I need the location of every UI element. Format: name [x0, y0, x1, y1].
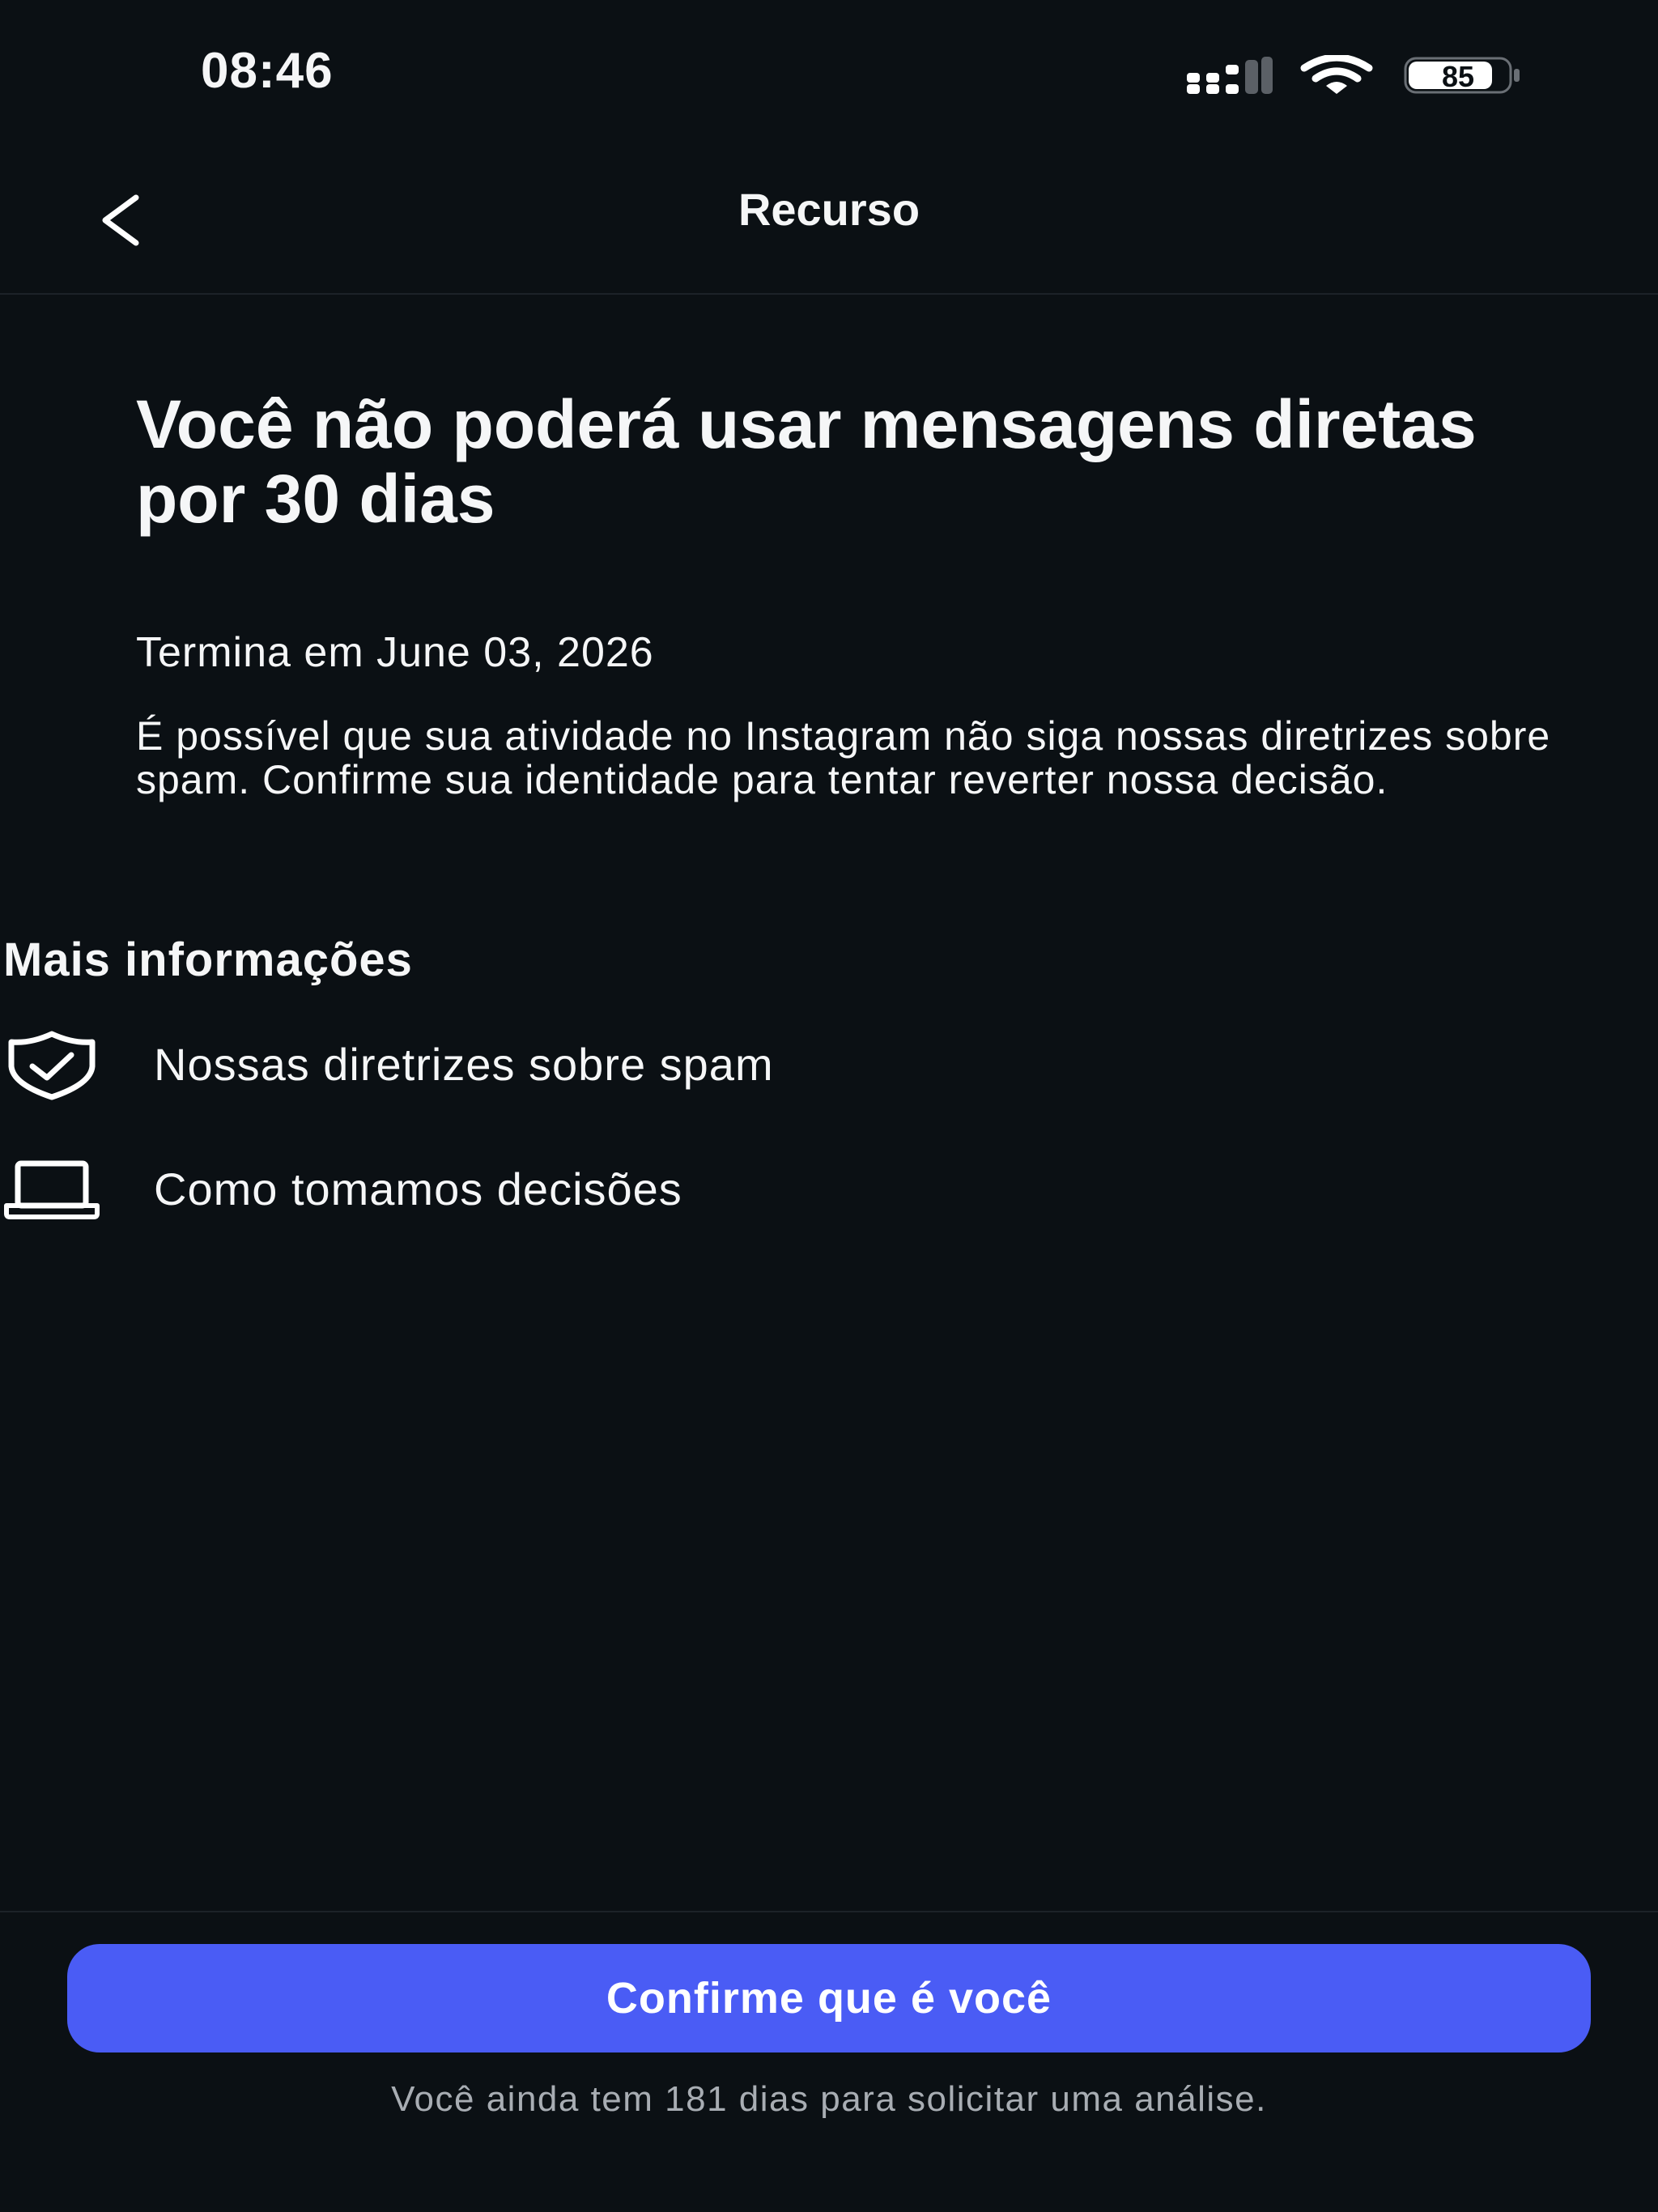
battery-level: 85	[1441, 60, 1475, 93]
wifi-icon	[1300, 55, 1373, 94]
how-we-decide-label: Como tomamos decisões	[154, 1163, 682, 1214]
status-time: 08:46	[201, 43, 334, 99]
confirm-identity-button[interactable]: Confirme que é você	[67, 1944, 1591, 2052]
restriction-description: É possível que sua atividade no Instagra…	[136, 713, 1551, 802]
restriction-end-date: Termina em June 03, 2026	[136, 629, 654, 676]
spam-guidelines-label: Nossas diretrizes sobre spam	[154, 1038, 774, 1090]
spam-guidelines-link[interactable]: Nossas diretrizes sobre spam	[0, 1015, 1658, 1112]
appeal-screen: 08:46 85 Recurso Você não poderá usar me…	[0, 0, 1658, 2212]
signal-icon	[1187, 57, 1273, 94]
navigation-bar: Recurso	[0, 146, 1658, 295]
shield-check-icon	[8, 1031, 96, 1100]
battery-icon: 85	[1404, 57, 1522, 94]
more-info-heading: Mais informações	[3, 934, 413, 986]
restriction-headline: Você não poderá usar mensagens diretas p…	[136, 386, 1477, 537]
laptop-icon	[4, 1160, 100, 1219]
how-we-decide-link[interactable]: Como tomamos decisões	[0, 1140, 1658, 1237]
review-days-remaining-note: Você ainda tem 181 dias para solicitar u…	[391, 2079, 1267, 2119]
bottom-divider	[0, 1911, 1658, 1912]
nav-title: Recurso	[738, 184, 920, 235]
status-bar: 08:46 85	[0, 0, 1658, 146]
